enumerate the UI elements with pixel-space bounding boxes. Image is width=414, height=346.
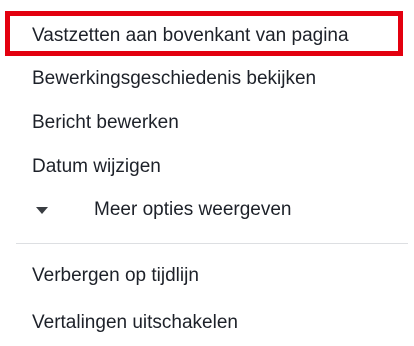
menu-item-edit-post[interactable]: Bericht bewerken <box>32 111 179 135</box>
menu-item-change-date[interactable]: Datum wijzigen <box>32 155 161 179</box>
menu-item-hide-from-timeline[interactable]: Verbergen op tijdlijn <box>32 264 199 288</box>
menu-item-view-edit-history[interactable]: Bewerkingsgeschiedenis bekijken <box>32 67 316 91</box>
menu-item-show-more-options[interactable]: Meer opties weergeven <box>36 198 292 222</box>
menu-item-pin-to-top[interactable]: Vastzetten aan bovenkant van pagina <box>32 24 349 48</box>
triangle-down-icon <box>36 207 48 214</box>
post-options-menu: Vastzetten aan bovenkant van pagina Bewe… <box>0 0 414 346</box>
menu-divider <box>16 243 408 244</box>
menu-item-label: Meer opties weergeven <box>94 199 292 220</box>
menu-item-disable-translations[interactable]: Vertalingen uitschakelen <box>32 311 238 335</box>
